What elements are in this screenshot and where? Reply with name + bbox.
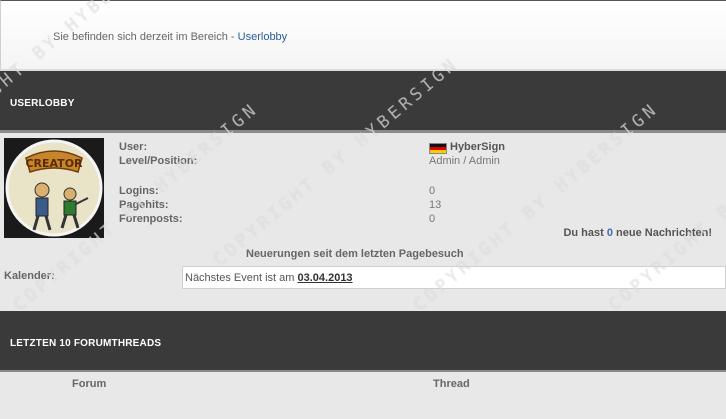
logins-value: 0 [429, 185, 436, 197]
changes-since-last-visit[interactable]: Neuerungen seit dem letzten Pagebesuch [246, 248, 464, 260]
forenposts-label: Forenposts: [119, 213, 183, 225]
column-forum: Forum [72, 378, 107, 390]
avatar-image: CREATOR [5, 139, 103, 237]
section-header-forumthreads: LETZTEN 10 FORUMTHREADS [0, 311, 726, 373]
section-header-userlobby: USERLOBBY [0, 71, 726, 133]
calendar-label: Kalender: [4, 270, 55, 282]
breadcrumb-prefix: Sie befinden sich derzeit im Bereich - [53, 31, 238, 43]
pagehits-value: 13 [429, 199, 442, 211]
event-date-link[interactable]: 03.04.2013 [298, 272, 353, 284]
pagehits-label: Pagehits: [119, 199, 169, 211]
messages-prefix: Du hast [563, 227, 607, 239]
german-flag-icon [429, 143, 447, 154]
avatar-logo-text: CREATOR [25, 157, 83, 170]
breadcrumb-bar: Sie befinden sich derzeit im Bereich - U… [0, 0, 726, 70]
breadcrumb: Sie befinden sich derzeit im Bereich - U… [53, 31, 287, 43]
userlobby-panel: CREATOR User: Level/Position: Logins: Pa… [0, 133, 726, 311]
section-title-forumthreads: LETZTEN 10 FORUMTHREADS [10, 338, 162, 349]
calendar-event-text: Nächstes Event ist am 03.04.2013 [185, 272, 353, 284]
messages-suffix: neue Nachrichten! [612, 227, 712, 239]
forenposts-value: 0 [429, 213, 436, 225]
event-prefix: Nächstes Event ist am [185, 272, 298, 284]
level-value: Admin / Admin [429, 155, 500, 167]
section-title-userlobby: USERLOBBY [10, 98, 75, 109]
user-name[interactable]: HyberSign [450, 141, 505, 153]
new-messages-notice[interactable]: Du hast 0 neue Nachrichten! [563, 227, 712, 239]
threads-table-header: Forum Thread [0, 372, 726, 419]
user-label: User: [119, 141, 148, 153]
avatar[interactable]: CREATOR [4, 138, 104, 238]
calendar-event-box: Nächstes Event ist am 03.04.2013 [182, 266, 726, 289]
breadcrumb-link-userlobby[interactable]: Userlobby [238, 31, 288, 43]
column-thread: Thread [433, 378, 470, 390]
logins-label: Logins: [119, 185, 159, 197]
level-label: Level/Position: [119, 155, 198, 167]
